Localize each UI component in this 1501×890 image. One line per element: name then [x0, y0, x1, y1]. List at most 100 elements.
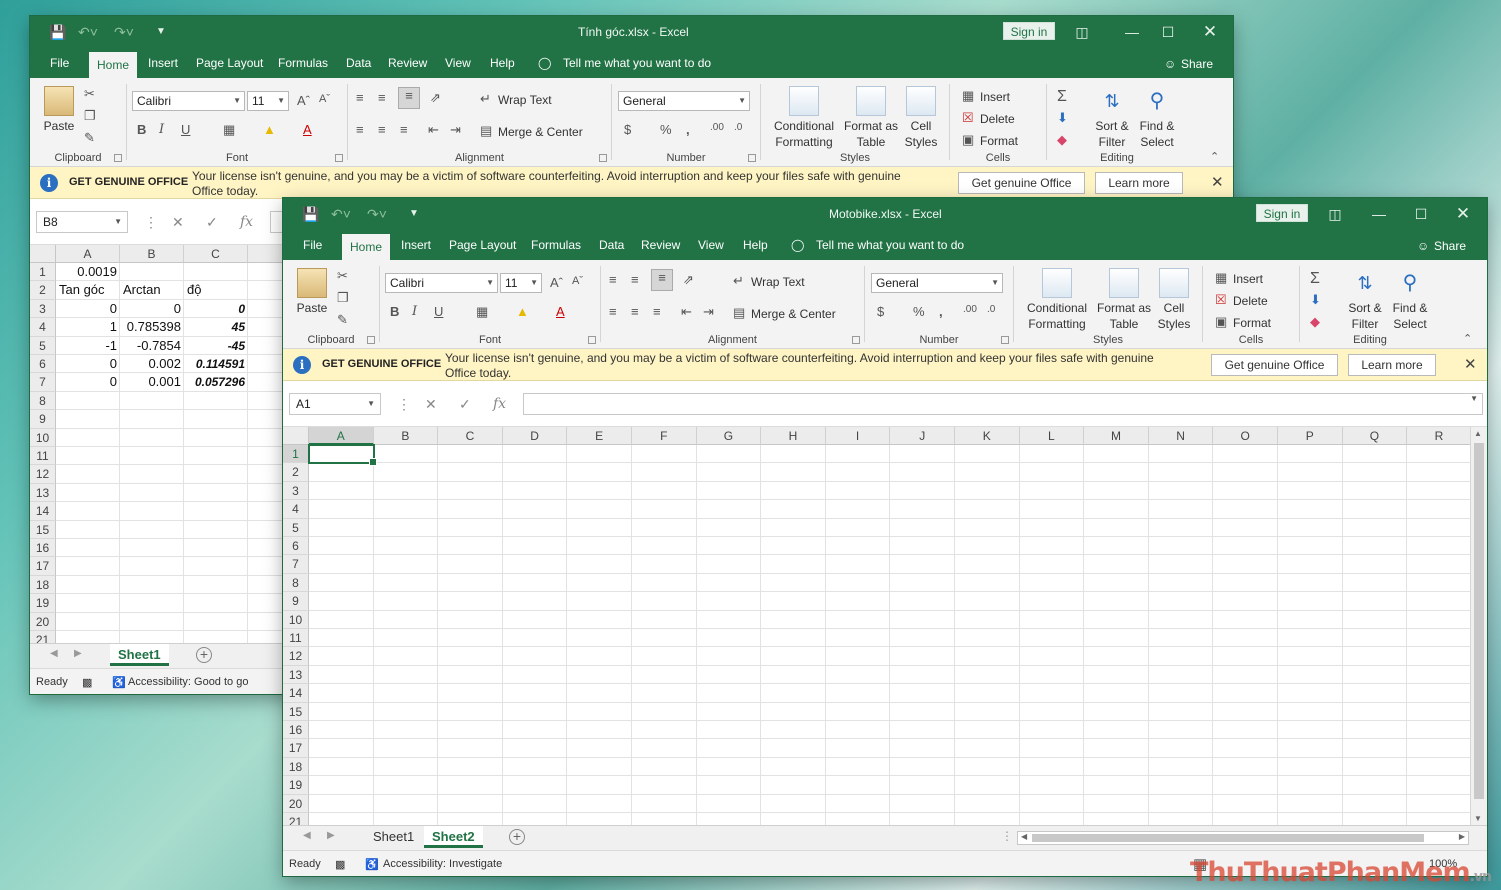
number-format-select[interactable]: General ▼: [618, 91, 750, 111]
tab-review[interactable]: Review: [641, 230, 680, 260]
sheet-tab-sheet2[interactable]: Sheet2: [424, 826, 483, 848]
increase-indent-icon[interactable]: ⇥: [703, 304, 714, 320]
cell-c3[interactable]: 0: [184, 300, 248, 318]
find-select-button[interactable]: ⚲ Find & Select: [1135, 86, 1179, 150]
undo-icon[interactable]: ↶˅: [329, 198, 353, 230]
excel-window-motobike[interactable]: 💾 ↶˅ ↷˅ ▼ Motobike.xlsx - Excel Sign in …: [283, 198, 1487, 876]
collapse-ribbon-icon[interactable]: ⌃: [1463, 332, 1472, 345]
font-size-select[interactable]: 11 ▼: [500, 273, 542, 293]
currency-icon[interactable]: $: [624, 122, 631, 137]
dialog-launcher-icon[interactable]: [588, 336, 596, 344]
row-header-18[interactable]: 18: [283, 757, 309, 777]
autosum-icon[interactable]: Σ: [1310, 270, 1320, 288]
col-header-e[interactable]: E: [567, 427, 632, 445]
cancel-icon[interactable]: ✕: [425, 393, 437, 415]
comma-style-icon[interactable]: ,: [939, 304, 943, 319]
cell-a6[interactable]: 0: [56, 355, 120, 373]
decrease-indent-icon[interactable]: ⇤: [681, 304, 692, 320]
merge-center-button[interactable]: Merge & Center: [751, 307, 836, 321]
redo-icon[interactable]: ↷˅: [112, 16, 136, 48]
insert-function-icon[interactable]: fx: [240, 211, 253, 233]
delete-button[interactable]: Delete: [1233, 294, 1268, 308]
cell-styles-button[interactable]: Cell Styles: [901, 86, 941, 150]
customize-toolbar-icon[interactable]: ▼: [154, 16, 168, 48]
autosum-icon[interactable]: Σ: [1057, 88, 1067, 106]
tab-help[interactable]: Help: [490, 48, 515, 78]
shrink-font-icon[interactable]: Aˇ: [319, 93, 330, 105]
sheet-prev-icon[interactable]: ◀: [50, 648, 58, 659]
save-icon[interactable]: 💾: [48, 16, 68, 48]
dialog-launcher-icon[interactable]: [852, 336, 860, 344]
percent-icon[interactable]: %: [913, 304, 925, 319]
sort-filter-button[interactable]: ⇅ Sort & Filter: [1091, 86, 1133, 150]
tab-formulas[interactable]: Formulas: [531, 230, 581, 260]
accessibility-status[interactable]: Accessibility: Good to go: [128, 676, 248, 688]
tab-help[interactable]: Help: [743, 230, 768, 260]
minimize-icon[interactable]: —: [1367, 198, 1391, 230]
align-center-icon[interactable]: ≡: [631, 304, 639, 319]
sheet-tab-sheet1[interactable]: Sheet1: [365, 826, 422, 848]
cell-a1[interactable]: 0.0019: [56, 263, 120, 281]
cell-styles-button[interactable]: Cell Styles: [1154, 268, 1194, 332]
close-icon[interactable]: ✕: [1198, 16, 1222, 48]
col-header-c[interactable]: C: [184, 245, 248, 263]
col-header-g[interactable]: G: [696, 427, 762, 445]
font-name-select[interactable]: Calibri ▼: [132, 91, 245, 111]
cut-icon[interactable]: ✂: [337, 268, 348, 284]
grow-font-icon[interactable]: Aˆ: [297, 93, 310, 108]
name-box[interactable]: A1 ▼: [289, 393, 381, 415]
currency-icon[interactable]: $: [877, 304, 884, 319]
increase-indent-icon[interactable]: ⇥: [450, 122, 461, 138]
col-header-b[interactable]: B: [373, 427, 439, 445]
row-header-7[interactable]: 7: [30, 373, 56, 392]
select-all-corner[interactable]: [283, 427, 309, 445]
format-button[interactable]: Format: [980, 134, 1018, 148]
col-header-h[interactable]: H: [761, 427, 826, 445]
clear-icon[interactable]: ◆: [1057, 132, 1067, 148]
row-header-4[interactable]: 4: [283, 500, 309, 519]
split-handle-icon[interactable]: ⋮: [1001, 829, 1013, 843]
cell-c4[interactable]: 45: [184, 318, 248, 336]
tab-file[interactable]: File: [50, 48, 69, 78]
col-header-partial[interactable]: [248, 245, 288, 263]
scroll-left-icon[interactable]: ◀: [1021, 832, 1027, 841]
fill-color-icon[interactable]: ▲: [516, 304, 529, 319]
col-header-m[interactable]: M: [1084, 427, 1149, 445]
sheet-prev-icon[interactable]: ◀: [303, 830, 311, 841]
insert-button[interactable]: Insert: [1233, 272, 1263, 286]
align-top-icon[interactable]: ≡: [356, 90, 364, 105]
row-header-19[interactable]: 19: [283, 776, 309, 795]
dialog-launcher-icon[interactable]: [599, 154, 607, 162]
enter-icon[interactable]: ✓: [206, 211, 218, 233]
row-header-21[interactable]: 21: [30, 631, 56, 643]
dialog-launcher-icon[interactable]: [1001, 336, 1009, 344]
fill-icon[interactable]: ⬇: [1310, 292, 1321, 308]
paste-button[interactable]: Paste: [293, 268, 331, 316]
dialog-launcher-icon[interactable]: [367, 336, 375, 344]
sheet-next-icon[interactable]: ▶: [74, 648, 82, 659]
copy-icon[interactable]: ❐: [84, 108, 96, 124]
learn-more-button[interactable]: Learn more: [1348, 354, 1436, 376]
font-color-icon[interactable]: A: [556, 304, 565, 319]
row-header-8[interactable]: 8: [30, 391, 56, 411]
copy-icon[interactable]: ❐: [337, 290, 349, 306]
wrap-text-button[interactable]: Wrap Text: [751, 275, 805, 289]
borders-icon[interactable]: ▦: [223, 122, 235, 138]
title-bar[interactable]: 💾 ↶˅ ↷˅ ▼ Motobike.xlsx - Excel Sign in …: [283, 198, 1487, 230]
close-banner-icon[interactable]: ✕: [1464, 355, 1477, 373]
wrap-text-button[interactable]: Wrap Text: [498, 93, 552, 107]
cell-a5[interactable]: -1: [56, 337, 120, 355]
align-bottom-icon[interactable]: ≡: [398, 87, 420, 109]
format-painter-icon[interactable]: ✎: [84, 130, 95, 146]
insert-function-icon[interactable]: fx: [493, 393, 506, 415]
scroll-down-icon[interactable]: ▼: [1474, 814, 1482, 823]
underline-icon[interactable]: U: [434, 304, 443, 319]
collapse-ribbon-icon[interactable]: ⌃: [1210, 150, 1219, 163]
tab-page-layout[interactable]: Page Layout: [196, 48, 263, 78]
cell-b4[interactable]: 0.785398: [120, 318, 184, 336]
delete-button[interactable]: Delete: [980, 112, 1015, 126]
row-header-8[interactable]: 8: [283, 573, 309, 593]
cell-b7[interactable]: 0.001: [120, 373, 184, 391]
col-header-f[interactable]: F: [632, 427, 697, 445]
tab-formulas[interactable]: Formulas: [278, 48, 328, 78]
